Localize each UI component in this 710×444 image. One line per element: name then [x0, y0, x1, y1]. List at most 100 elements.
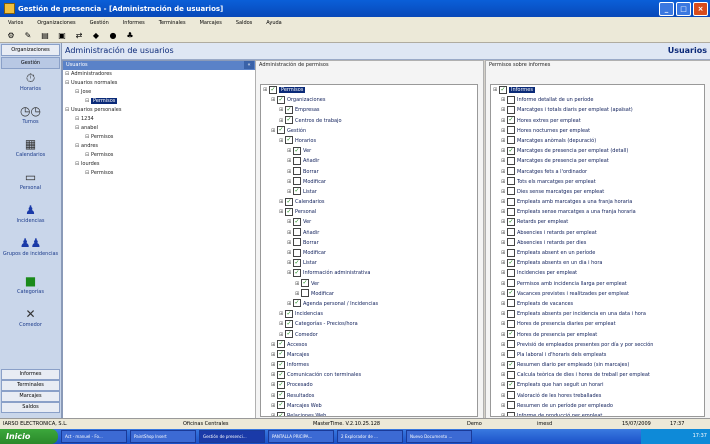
checkbox-checked[interactable]: ✓: [277, 95, 285, 104]
permission-row[interactable]: ⊞ ✓ Permisos: [261, 85, 477, 95]
permission-row[interactable]: ⊞ Añadir: [261, 228, 477, 238]
permission-row[interactable]: ⊞ ✓ Resultados: [261, 391, 477, 401]
task-button[interactable]: Act - manuel - Fo...: [61, 430, 127, 443]
report-row[interactable]: ⊞ Permisos amb incidencia llarga per empl…: [491, 279, 704, 289]
checkbox-checked[interactable]: ✓: [507, 217, 515, 226]
permission-row[interactable]: ⊞ ✓ Gestión: [261, 126, 477, 136]
report-row[interactable]: ⊞ ✓ Hores de presencia per empleat: [491, 330, 704, 340]
checkbox-checked[interactable]: ✓: [285, 207, 293, 216]
user-row[interactable]: ⊟ Permisos: [63, 169, 256, 178]
report-row[interactable]: ⊞ ✓ Marcatges de presencia per empleat (de…: [491, 146, 704, 156]
checkbox-checked[interactable]: ✓: [507, 330, 515, 338]
checkbox-unchecked[interactable]: [507, 228, 515, 237]
checkbox-unchecked[interactable]: [293, 228, 301, 237]
checkbox-unchecked[interactable]: [507, 156, 515, 165]
sidebar-item-comedor[interactable]: ✕ Comedor: [0, 306, 61, 339]
task-button[interactable]: PaintShop Insert: [130, 430, 196, 443]
checkbox-checked[interactable]: ✓: [285, 319, 293, 328]
checkbox-unchecked[interactable]: [507, 411, 515, 416]
task-button[interactable]: 2 Explorador de ...: [337, 430, 403, 443]
tab-gestion[interactable]: Gestión: [1, 57, 60, 69]
permission-row[interactable]: ⊞ ✓ Listar: [261, 187, 477, 197]
user-row[interactable]: ⊟ 1234: [63, 115, 256, 124]
permission-row[interactable]: ⊞ ✓ Organizaciones: [261, 95, 477, 105]
checkbox-unchecked[interactable]: [507, 105, 515, 114]
user-row[interactable]: ⊟ Permisos: [63, 133, 256, 142]
permission-row[interactable]: ⊞ Modificar: [261, 289, 477, 299]
checkbox-checked[interactable]: ✓: [507, 258, 515, 267]
permission-row[interactable]: ⊞ ✓ Información administrativa: [261, 268, 477, 278]
checkbox-unchecked[interactable]: [293, 248, 301, 257]
permission-row[interactable]: ⊞ ✓ Calendarios: [261, 197, 477, 207]
circle-icon[interactable]: ●: [107, 30, 119, 41]
report-row[interactable]: ⊞ Calcula teòrica de dies i hores de treb…: [491, 370, 704, 380]
gear-icon[interactable]: ⚙: [5, 30, 17, 41]
permission-row[interactable]: ⊞ Borrar: [261, 238, 477, 248]
permission-row[interactable]: ⊞ Modificar: [261, 248, 477, 258]
sidebar-item-calendarios[interactable]: ▦ Calendarios: [0, 136, 61, 169]
permission-row[interactable]: ⊞ ✓ Horarios: [261, 136, 477, 146]
user-row[interactable]: ⊟ andres: [63, 142, 256, 151]
maximize-button[interactable]: □: [676, 1, 691, 16]
checkbox-checked[interactable]: ✓: [285, 330, 293, 338]
checkbox-checked[interactable]: ✓: [293, 268, 301, 277]
report-row[interactable]: ⊞ Marcatges de presencia per empleat: [491, 156, 704, 166]
checkbox-checked[interactable]: ✓: [277, 360, 285, 369]
permission-row[interactable]: ⊞ ✓ Empresas: [261, 105, 477, 115]
user-row[interactable]: ⊟ Jose: [63, 88, 256, 97]
report-row[interactable]: ⊞ Hores nocturnes per empleat: [491, 126, 704, 136]
checkbox-unchecked[interactable]: [293, 177, 301, 186]
permission-row[interactable]: ⊞ ✓ Relaciones Web: [261, 411, 477, 416]
report-row[interactable]: ⊞ Empleats absent en un període: [491, 248, 704, 258]
checkbox-checked[interactable]: ✓: [507, 116, 515, 125]
report-row[interactable]: ⊞ Resumen de un període per empleado: [491, 401, 704, 411]
checkbox-unchecked[interactable]: [507, 126, 515, 135]
checkbox-checked[interactable]: ✓: [285, 309, 293, 318]
checkbox-checked[interactable]: ✓: [285, 136, 293, 145]
task-button-active[interactable]: Gestión de presenci...: [199, 430, 265, 443]
checkbox-unchecked[interactable]: [507, 279, 515, 288]
diamond-icon[interactable]: ◆: [90, 30, 102, 41]
checkbox-checked[interactable]: ✓: [499, 85, 507, 94]
menu-gestion[interactable]: Gestión: [90, 20, 109, 26]
report-row[interactable]: ⊞ Dies sense marcatges per empleat: [491, 187, 704, 197]
tab-saldos[interactable]: Saldos: [1, 402, 60, 413]
report-row[interactable]: ⊞ Incidencies per empleat: [491, 268, 704, 278]
sidebar-item-incidencias[interactable]: ♟ Incidencias: [0, 202, 61, 235]
checkbox-unchecked[interactable]: [507, 197, 515, 206]
permission-row[interactable]: ⊞ ✓ Marcajes Web: [261, 401, 477, 411]
checkbox-unchecked[interactable]: [507, 187, 515, 196]
checkbox-checked[interactable]: ✓: [507, 146, 515, 155]
checkbox-checked[interactable]: ✓: [301, 279, 309, 288]
permission-row[interactable]: ⊞ ✓ Ver: [261, 146, 477, 156]
sidebar-item-personal[interactable]: ▭ Personal: [0, 169, 61, 202]
permission-row[interactable]: ⊞ ✓ Centros de trabajo: [261, 116, 477, 126]
menu-ayuda[interactable]: Ayuda: [266, 20, 281, 26]
report-row[interactable]: ⊞ Hores de presencia diaries per empleat: [491, 319, 704, 329]
arrows-icon[interactable]: ⇄: [73, 30, 85, 41]
checkbox-checked[interactable]: ✓: [277, 340, 285, 349]
report-row[interactable]: ⊞ ✓ Resumen diario per empleado (sin marca…: [491, 360, 704, 370]
report-row[interactable]: ⊞ Absencies i retards per dies: [491, 238, 704, 248]
permission-row[interactable]: ⊞ ✓ Accesos: [261, 340, 477, 350]
checkbox-checked[interactable]: ✓: [293, 258, 301, 267]
report-row[interactable]: ⊞ Marcatges i totals diaris per empleat (…: [491, 105, 704, 115]
task-button[interactable]: PANTALLA PRICIPA...: [268, 430, 334, 443]
checkbox-checked[interactable]: ✓: [277, 411, 285, 416]
checkbox-unchecked[interactable]: [507, 238, 515, 247]
checkbox-unchecked[interactable]: [507, 95, 515, 104]
permission-row[interactable]: ⊞ ✓ Marcajes: [261, 350, 477, 360]
permission-row[interactable]: ⊞ ✓ Incidencias: [261, 309, 477, 319]
report-row[interactable]: ⊞ ✓ Retards per empleat: [491, 217, 704, 227]
report-row[interactable]: ⊞ ✓ Empleats absents en un dia i hora: [491, 258, 704, 268]
tab-marcajes[interactable]: Marcajes: [1, 391, 60, 402]
user-row[interactable]: ⊟ anabel: [63, 124, 256, 133]
checkbox-checked[interactable]: ✓: [277, 350, 285, 359]
permission-row[interactable]: ⊞ Añadir: [261, 156, 477, 166]
user-row[interactable]: ⊟ Usuarios normales: [63, 79, 256, 88]
checkbox-checked[interactable]: ✓: [277, 380, 285, 389]
checkbox-unchecked[interactable]: [507, 309, 515, 318]
checkbox-unchecked[interactable]: [507, 207, 515, 216]
permission-row[interactable]: ⊞ ✓ Listar: [261, 258, 477, 268]
user-row[interactable]: ⊟ Permisos: [63, 151, 256, 160]
